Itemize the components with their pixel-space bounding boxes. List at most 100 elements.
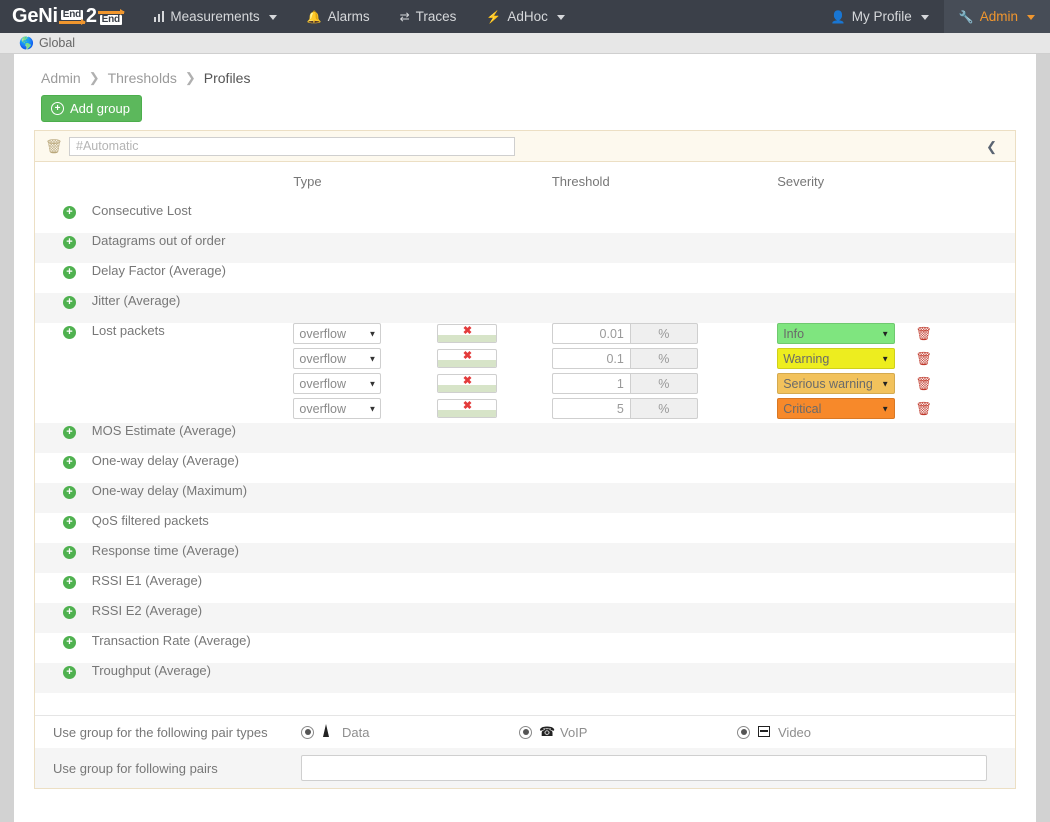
pair-type-option-video[interactable]: Video [737, 725, 955, 740]
enabled-toggle-1[interactable]: ✖ [437, 324, 498, 343]
pair-type-option-data[interactable]: Data [301, 724, 519, 740]
expand-row-icon[interactable]: + [63, 576, 76, 589]
type-select-4[interactable]: overflow [293, 398, 382, 419]
nav-item-traces[interactable]: ⇄ Traces [385, 0, 472, 33]
threshold-value-input-4[interactable] [551, 398, 630, 419]
expand-row-icon[interactable]: + [63, 456, 76, 469]
brand-logo[interactable]: GeNi End 2 End [0, 0, 139, 33]
delete-group-icon[interactable]: 🗑 [45, 139, 63, 153]
expand-row-icon[interactable]: + [63, 426, 76, 439]
row-threshold-cell [551, 423, 778, 453]
row-threshold-cell [552, 263, 777, 293]
header-threshold: Threshold [551, 162, 778, 203]
severity-select-3[interactable]: Serious warning [777, 373, 896, 394]
breadcrumb-item-admin[interactable]: Admin [41, 70, 81, 86]
expand-row-icon[interactable]: + [63, 266, 76, 279]
pair-types-label: Use group for the following pair types [53, 724, 268, 740]
row-actions-cell [952, 423, 1015, 453]
table-row[interactable]: + Consecutive Lost [35, 203, 1015, 233]
threshold-value-input-2[interactable] [551, 348, 630, 369]
threshold-value-input-3[interactable] [551, 373, 630, 394]
breadcrumb-item-profiles[interactable]: Profiles [204, 70, 251, 86]
row-actions-cell [953, 263, 1015, 293]
table-row[interactable]: + RSSI E2 (Average) [35, 603, 1015, 633]
row-threshold-cell: % % [551, 323, 777, 423]
row-actions-cell [952, 663, 1015, 693]
severity-select-2[interactable]: Warning [777, 348, 896, 369]
expand-row-icon[interactable]: + [63, 486, 76, 499]
top-navbar: GeNi End 2 End Measurements 🔔 Alarms ⇄ T… [0, 0, 1050, 33]
table-row-expanded[interactable]: + Lost packets overflow ✖ [35, 323, 1015, 423]
enabled-toggle-2[interactable]: ✖ [437, 349, 498, 368]
global-scope-bar[interactable]: 🌎 Global [0, 33, 1050, 54]
nav-label-my-profile: My Profile [851, 9, 912, 24]
expand-row-icon[interactable]: + [63, 206, 76, 219]
expand-row-icon[interactable]: + [63, 326, 76, 339]
radio-video[interactable] [737, 725, 750, 739]
row-name-cell: RSSI E2 (Average) [88, 603, 294, 633]
table-row[interactable]: + MOS Estimate (Average) [35, 423, 1015, 453]
secondary-nav: 👤 My Profile 🔧 Admin [816, 0, 1050, 33]
type-select-1[interactable]: overflow [293, 323, 382, 344]
add-group-button[interactable]: + Add group [41, 95, 142, 122]
expand-row-icon[interactable]: + [63, 546, 76, 559]
group-name-input[interactable] [69, 136, 515, 156]
row-name-cell: One-way delay (Maximum) [88, 483, 294, 513]
radio-voip[interactable] [519, 725, 532, 739]
radio-data[interactable] [301, 725, 314, 739]
expand-row-icon[interactable]: + [63, 296, 76, 309]
expand-row-icon[interactable]: + [63, 516, 76, 529]
table-row[interactable]: + Datagrams out of order [35, 233, 1015, 263]
table-row[interactable]: + Delay Factor (Average) [35, 263, 1015, 293]
table-row[interactable]: + QoS filtered packets [35, 513, 1015, 543]
threshold-value-input-1[interactable] [551, 323, 630, 344]
nav-item-alarms[interactable]: 🔔 Alarms [292, 0, 385, 33]
type-select-2[interactable]: overflow [293, 348, 382, 369]
row-severity-cell: Info 🗑 Warning [777, 323, 1015, 423]
table-row[interactable]: + Response time (Average) [35, 543, 1015, 573]
delete-threshold-icon-2[interactable]: 🗑 [915, 348, 932, 369]
header-expand [35, 162, 89, 203]
threshold-input-group-1: % [551, 323, 698, 344]
type-select-wrap-1: overflow [293, 323, 382, 344]
table-row[interactable]: + Troughput (Average) [35, 663, 1015, 693]
traces-icon: ⇄ [399, 9, 410, 24]
nav-item-adhoc[interactable]: ⚡ AdHoc [471, 0, 579, 33]
table-row[interactable]: + One-way delay (Maximum) [35, 483, 1015, 513]
table-row[interactable]: + One-way delay (Average) [35, 453, 1015, 483]
row-type-cell [293, 233, 552, 263]
pair-type-label-data: Data [342, 724, 370, 740]
type-select-3[interactable]: overflow [293, 373, 382, 394]
expand-row-icon[interactable]: + [63, 636, 76, 649]
pairs-input[interactable] [301, 755, 987, 781]
nav-item-measurements[interactable]: Measurements [139, 0, 292, 33]
delete-threshold-icon-4[interactable]: 🗑 [915, 398, 932, 419]
enabled-toggle-3[interactable]: ✖ [437, 374, 498, 393]
threshold-line-3: % [551, 373, 777, 394]
chevron-down-icon-collapse-group[interactable]: ❮ [986, 140, 1005, 153]
enabled-toggle-4[interactable]: ✖ [437, 399, 498, 418]
expand-row-icon[interactable]: + [63, 606, 76, 619]
toggle-strip [438, 360, 497, 367]
row-type-cell [293, 663, 552, 693]
expand-row-icon[interactable]: + [63, 666, 76, 679]
severity-select-1[interactable]: Info [777, 323, 896, 344]
chevron-down-icon-adhoc [556, 15, 565, 20]
pair-type-option-voip[interactable]: ☎ VoIP [519, 724, 737, 740]
row-expand-cell: + [35, 203, 89, 233]
table-row[interactable]: + Jitter (Average) [35, 293, 1015, 323]
nav-item-admin[interactable]: 🔧 Admin [943, 0, 1050, 33]
expand-row-icon[interactable]: + [63, 236, 76, 249]
table-row[interactable]: + Transaction Rate (Average) [35, 633, 1015, 663]
breadcrumb-item-thresholds[interactable]: Thresholds [108, 70, 177, 86]
row-expand-cell: + [35, 603, 89, 633]
table-row[interactable]: + RSSI E1 (Average) [35, 573, 1015, 603]
nav-label-measurements: Measurements [170, 9, 260, 24]
row-name-cell: Delay Factor (Average) [89, 263, 294, 293]
metric-name: Delay Factor (Average) [91, 263, 226, 278]
delete-threshold-icon-3[interactable]: 🗑 [915, 373, 932, 394]
nav-item-my-profile[interactable]: 👤 My Profile [816, 0, 944, 33]
row-severity-cell [777, 513, 953, 543]
severity-select-4[interactable]: Critical [777, 398, 896, 419]
delete-threshold-icon-1[interactable]: 🗑 [915, 323, 932, 344]
